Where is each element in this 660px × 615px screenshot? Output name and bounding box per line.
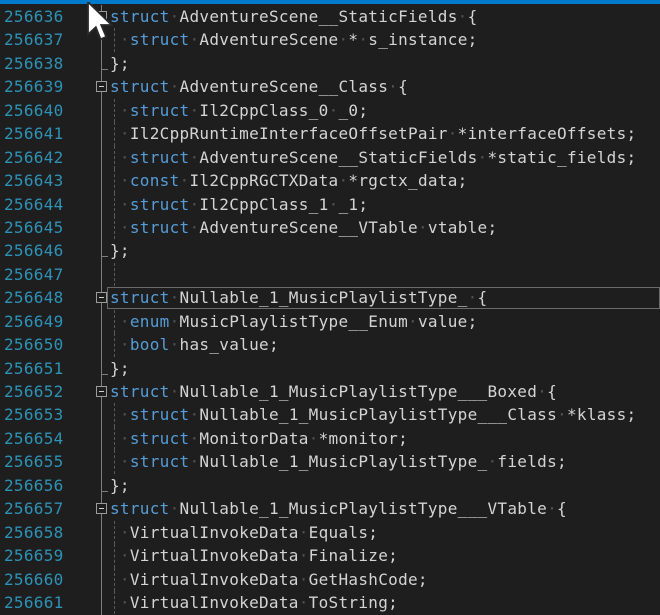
fold-end-marker [101,69,108,70]
fold-scope-line [101,5,102,615]
fold-collapse-button[interactable] [96,81,107,92]
code-text: struct·AdventureScene__Class·{ [110,75,408,98]
code-line[interactable]: 256644 ·struct·Il2CppClass_1·_1; [0,193,660,216]
line-number[interactable]: 256637 [4,28,64,51]
current-line-highlight [107,287,660,309]
fold-collapse-button[interactable] [96,386,107,397]
code-text: }; [110,357,130,380]
line-number[interactable]: 256647 [4,263,64,286]
code-text: }; [110,474,130,497]
code-line[interactable]: 256652 struct·Nullable_1_MusicPlaylistTyp… [0,380,660,403]
code-text: ·struct·AdventureScene·*·s_instance; [110,28,478,51]
code-line[interactable]: 256660 ·VirtualInvokeData·GetHashCode; [0,568,660,591]
code-rows[interactable]: 256636 struct·AdventureScene__StaticField… [0,5,660,614]
code-text: ·VirtualInvokeData·Finalize; [110,544,398,567]
code-text: ·enum·MusicPlaylistType__Enum·value; [110,310,478,333]
line-number[interactable]: 256638 [4,52,64,75]
line-number[interactable]: 256654 [4,427,64,450]
fold-end-marker [101,256,108,257]
code-text: struct·Nullable_1_MusicPlaylistType___Bo… [110,380,557,403]
code-text: ·bool·has_value; [110,333,279,356]
code-line[interactable]: 256643 ·const·Il2CppRGCTXData·*rgctx_dat… [0,169,660,192]
code-text: ·struct·Il2CppClass_1·_1; [110,193,368,216]
line-number[interactable]: 256642 [4,146,64,169]
code-line[interactable]: 256649 ·enum·MusicPlaylistType__Enum·val… [0,310,660,333]
code-text: struct·Nullable_1_MusicPlaylistType___VT… [110,497,567,520]
line-number[interactable]: 256653 [4,403,64,426]
code-text: ·struct·Nullable_1_MusicPlaylistType_·fi… [110,450,567,473]
code-text: ·struct·MonitorData·*monitor; [110,427,408,450]
code-text: ·VirtualInvokeData·Equals; [110,521,378,544]
code-line[interactable]: 256647 [0,263,660,286]
code-line[interactable]: 256639 struct·AdventureScene__Class·{ [0,75,660,98]
mouse-cursor-icon [86,2,116,44]
code-text: ·struct·Nullable_1_MusicPlaylistType___C… [110,403,636,426]
code-line[interactable]: 256658 ·VirtualInvokeData·Equals; [0,521,660,544]
code-text: ·const·Il2CppRGCTXData·*rgctx_data; [110,169,468,192]
code-text: ·Il2CppRuntimeInterfaceOffsetPair·*inter… [110,122,636,145]
line-number[interactable]: 256640 [4,99,64,122]
indent-guide [114,263,115,286]
line-number[interactable]: 256646 [4,239,64,262]
line-number[interactable]: 256660 [4,568,64,591]
fold-collapse-button[interactable] [96,503,107,514]
code-text: struct·AdventureScene__StaticFields·{ [110,5,478,28]
code-text: }; [110,52,130,75]
code-text: ·struct·AdventureScene__StaticFields·*st… [110,146,636,169]
code-line[interactable]: 256638}; [0,52,660,75]
line-number[interactable]: 256661 [4,591,64,614]
code-text: ·struct·Il2CppClass_0·_0; [110,99,368,122]
fold-end-marker [101,374,108,375]
line-number[interactable]: 256644 [4,193,64,216]
line-number[interactable]: 256657 [4,497,64,520]
line-number[interactable]: 256658 [4,521,64,544]
code-line[interactable]: 256645 ·struct·AdventureScene__VTable·vt… [0,216,660,239]
code-text: ·struct·AdventureScene__VTable·vtable; [110,216,497,239]
code-line[interactable]: 256640 ·struct·Il2CppClass_0·_0; [0,99,660,122]
code-line[interactable]: 256650 ·bool·has_value; [0,333,660,356]
code-line[interactable]: 256642 ·struct·AdventureScene__StaticFie… [0,146,660,169]
line-number[interactable]: 256639 [4,75,64,98]
line-number[interactable]: 256641 [4,122,64,145]
line-number[interactable]: 256651 [4,357,64,380]
line-number[interactable]: 256652 [4,380,64,403]
line-number[interactable]: 256655 [4,450,64,473]
line-number[interactable]: 256648 [4,286,64,309]
code-line[interactable]: 256648struct·Nullable_1_MusicPlaylistTyp… [0,286,660,309]
line-number[interactable]: 256636 [4,5,64,28]
code-editor[interactable]: 256636 struct·AdventureScene__StaticField… [0,0,660,615]
code-line[interactable]: 256659 ·VirtualInvokeData·Finalize; [0,544,660,567]
code-line[interactable]: 256656}; [0,474,660,497]
line-number[interactable]: 256650 [4,333,64,356]
code-line[interactable]: 256646}; [0,239,660,262]
code-line[interactable]: 256655 ·struct·Nullable_1_MusicPlaylistT… [0,450,660,473]
code-text: ·VirtualInvokeData·GetHashCode; [110,568,428,591]
fold-end-marker [101,491,108,492]
code-line[interactable]: 256641 ·Il2CppRuntimeInterfaceOffsetPair… [0,122,660,145]
line-number[interactable]: 256649 [4,310,64,333]
line-number[interactable]: 256659 [4,544,64,567]
code-line[interactable]: 256653 ·struct·Nullable_1_MusicPlaylistT… [0,403,660,426]
fold-collapse-button[interactable] [96,292,107,303]
code-line[interactable]: 256661 ·VirtualInvokeData·ToString; [0,591,660,614]
code-line[interactable]: 256654 ·struct·MonitorData·*monitor; [0,427,660,450]
code-line[interactable]: 256657 struct·Nullable_1_MusicPlaylistTyp… [0,497,660,520]
line-number[interactable]: 256643 [4,169,64,192]
line-number[interactable]: 256645 [4,216,64,239]
code-line[interactable]: 256651}; [0,357,660,380]
line-number[interactable]: 256656 [4,474,64,497]
code-text: ·VirtualInvokeData·ToString; [110,591,398,614]
code-text: }; [110,239,130,262]
